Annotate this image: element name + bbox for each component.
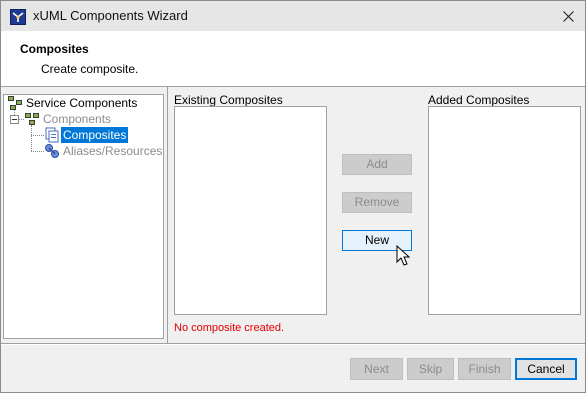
wizard-header: Composites Create composite. [1, 31, 585, 87]
wizard-app-icon [10, 9, 26, 25]
added-composites-list[interactable] [428, 106, 581, 315]
page-title: Composites [20, 42, 89, 56]
skip-button[interactable]: Skip [407, 358, 454, 380]
add-button[interactable]: Add [342, 154, 412, 175]
tree-connector [31, 125, 32, 151]
existing-composites-list[interactable] [174, 106, 327, 315]
close-icon [562, 10, 574, 22]
composites-icon [45, 127, 59, 143]
wizard-steps-tree[interactable]: Service Components Components Composites [3, 94, 164, 339]
page-subtitle: Create composite. [41, 62, 139, 76]
aliases-resources-icon [45, 144, 59, 158]
components-icon [25, 113, 39, 125]
title-bar: xUML Components Wizard [1, 1, 585, 31]
wizard-window: xUML Components Wizard Composites Create… [0, 0, 586, 393]
tree-item-label: Aliases/Resources [63, 144, 163, 158]
panel-divider [167, 87, 168, 343]
window-title: xUML Components Wizard [33, 8, 188, 23]
finish-button[interactable]: Finish [458, 358, 511, 380]
tree-item-label: Service Components [26, 96, 138, 110]
status-message: No composite created. [174, 322, 285, 334]
tree-connector [31, 151, 44, 152]
remove-button[interactable]: Remove [342, 192, 412, 213]
next-button[interactable]: Next [350, 358, 403, 380]
added-composites-label: Added Composites [428, 93, 530, 107]
tree-connector [31, 135, 44, 136]
service-components-icon [8, 96, 22, 110]
close-button[interactable] [551, 1, 585, 31]
tree-item-label: Composites [61, 127, 129, 143]
cancel-button[interactable]: Cancel [515, 358, 577, 380]
mouse-cursor-icon [396, 245, 410, 266]
tree-expander[interactable] [10, 115, 19, 124]
existing-composites-label: Existing Composites [174, 93, 283, 107]
tree-item-label: Components [43, 112, 112, 126]
footer-divider-highlight [1, 344, 585, 345]
